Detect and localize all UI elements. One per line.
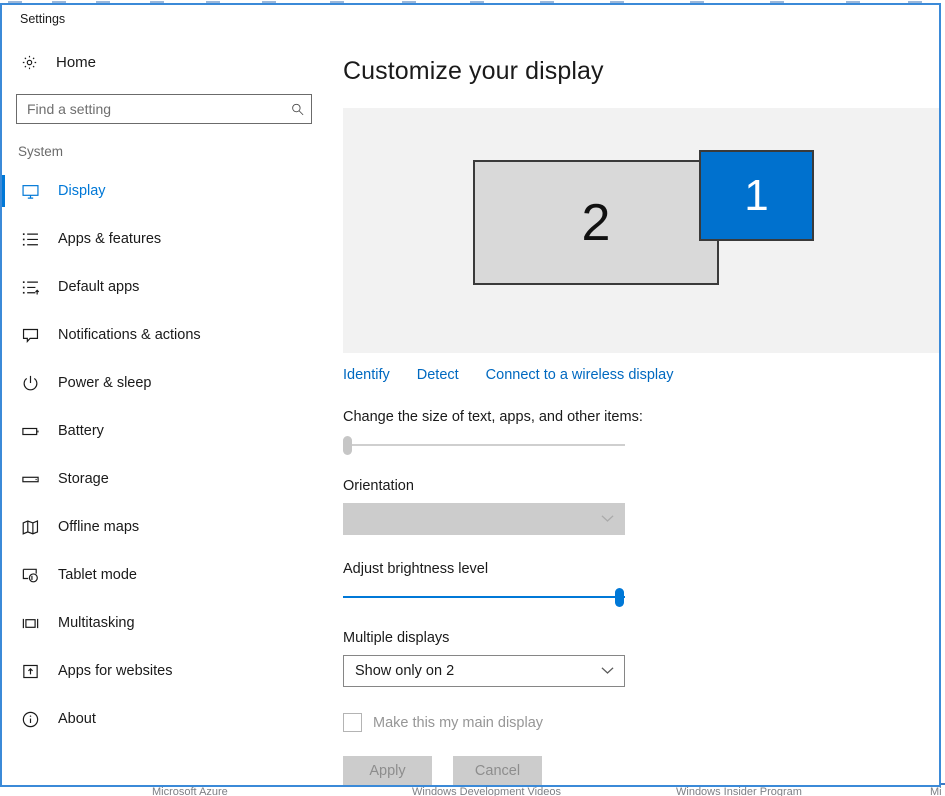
- app-link-icon: [18, 659, 42, 683]
- screen-root: Microsoft Azure Windows Development Vide…: [0, 0, 945, 796]
- accent-bar: [2, 271, 5, 303]
- sidebar-item-label: Notifications & actions: [58, 327, 201, 343]
- accent-bar: [2, 319, 5, 351]
- sidebar-item-label: Power & sleep: [58, 375, 152, 391]
- drive-icon: [18, 467, 42, 491]
- accent-bar: [2, 703, 5, 735]
- sidebar-item-offline-maps[interactable]: Offline maps: [2, 503, 332, 551]
- sidebar-group-label: System: [18, 144, 64, 159]
- sidebar-item-label: Offline maps: [58, 519, 140, 535]
- window-title: Settings: [20, 12, 66, 26]
- identify-link[interactable]: Identify: [343, 367, 390, 383]
- display-monitor-2[interactable]: 2: [473, 160, 719, 285]
- window-body: Home System: [2, 29, 939, 785]
- gear-icon: [18, 51, 40, 73]
- sidebar-item-label: Storage: [58, 471, 109, 487]
- chevron-down-icon: [601, 664, 614, 678]
- sidebar-item-display[interactable]: Display: [2, 167, 332, 215]
- sidebar-item-label: Default apps: [58, 279, 140, 295]
- main-display-checkbox-row[interactable]: Make this my main display: [343, 713, 939, 732]
- background-link-partial: Mi: [930, 786, 942, 796]
- apply-button[interactable]: Apply: [343, 756, 432, 785]
- title-bar: Settings: [2, 5, 939, 29]
- sidebar-item-power-sleep[interactable]: Power & sleep: [2, 359, 332, 407]
- accent-bar: [2, 655, 5, 687]
- orientation-label: Orientation: [343, 478, 414, 494]
- main-display-checkbox[interactable]: [343, 713, 362, 732]
- sidebar-home-label: Home: [56, 53, 97, 71]
- connect-wireless-display-link[interactable]: Connect to a wireless display: [486, 367, 674, 383]
- battery-icon: [18, 419, 42, 443]
- accent-bar: [2, 415, 5, 447]
- settings-window: Settings Home Find a setting System Disp…: [0, 3, 941, 787]
- sidebar-item-tablet-mode[interactable]: Tablet mode: [2, 551, 332, 599]
- multiple-displays-value: Show only on 2: [355, 663, 455, 679]
- power-icon: [18, 371, 42, 395]
- display-arrangement-canvas[interactable]: 2 1: [343, 108, 939, 353]
- sidebar-item-label: Battery: [58, 423, 104, 439]
- monitor-icon: [18, 179, 42, 203]
- display-monitor-1[interactable]: 1: [699, 150, 814, 241]
- sidebar-item-notifications-actions[interactable]: Notifications & actions: [2, 311, 332, 359]
- orientation-dropdown[interactable]: [343, 503, 625, 535]
- list-icon: [18, 227, 42, 251]
- tablet-touch-icon: [18, 563, 42, 587]
- display-monitor-number: 1: [744, 170, 769, 220]
- sidebar-item-multitasking[interactable]: Multitasking: [2, 599, 332, 647]
- cancel-button[interactable]: Cancel: [453, 756, 542, 785]
- sidebar-item-apps-features[interactable]: Apps & features: [2, 215, 332, 263]
- multiple-displays-label: Multiple displays: [343, 630, 450, 646]
- multitask-icon: [18, 611, 42, 635]
- detect-link[interactable]: Detect: [417, 367, 459, 383]
- active-accent-bar: [2, 175, 5, 207]
- accent-bar: [2, 607, 5, 639]
- sidebar-item-label: Multitasking: [58, 615, 135, 631]
- speech-bubble-icon: [18, 323, 42, 347]
- accent-bar: [2, 367, 5, 399]
- accent-bar: [2, 463, 5, 495]
- accent-bar: [2, 559, 5, 591]
- action-buttons: Apply Cancel: [343, 756, 939, 785]
- accent-bar: [2, 511, 5, 543]
- sidebar-item-storage[interactable]: Storage: [2, 455, 332, 503]
- main-display-checkbox-label: Make this my main display: [373, 714, 544, 731]
- main-content: Customize your display 2 1 Identify Dete…: [332, 29, 939, 785]
- sidebar-item-home[interactable]: Home: [2, 45, 332, 79]
- scale-slider-label: Change the size of text, apps, and other…: [343, 409, 643, 425]
- brightness-slider-thumb[interactable]: [615, 588, 624, 607]
- scale-slider-track: [343, 444, 625, 446]
- display-action-links: Identify Detect Connect to a wireless di…: [343, 367, 939, 383]
- brightness-slider-track: [343, 596, 625, 598]
- sidebar-item-default-apps[interactable]: Default apps: [2, 263, 332, 311]
- brightness-label: Adjust brightness level: [343, 561, 489, 577]
- chevron-down-icon: [601, 512, 614, 526]
- background-link-insider: Windows Insider Program: [676, 786, 802, 796]
- search-icon[interactable]: [283, 102, 311, 117]
- display-monitor-number: 2: [581, 193, 611, 252]
- sidebar-item-apps-for-websites[interactable]: Apps for websites: [2, 647, 332, 695]
- sidebar: Home System: [2, 29, 332, 785]
- scale-slider[interactable]: [343, 434, 625, 456]
- background-link-azure: Microsoft Azure: [152, 786, 228, 796]
- sidebar-item-label: Tablet mode: [58, 567, 137, 583]
- multiple-displays-dropdown[interactable]: Show only on 2: [343, 655, 625, 687]
- sidebar-nav-list: Display Apps & features Default apps Not…: [2, 167, 332, 743]
- sidebar-item-label: Display: [58, 183, 106, 199]
- search-input[interactable]: [17, 101, 283, 117]
- search-box[interactable]: [16, 94, 312, 124]
- sidebar-item-about[interactable]: About: [2, 695, 332, 743]
- sidebar-item-label: Apps & features: [58, 231, 162, 247]
- sidebar-item-battery[interactable]: Battery: [2, 407, 332, 455]
- list-arrow-icon: [18, 275, 42, 299]
- info-icon: [18, 707, 42, 731]
- brightness-slider[interactable]: [343, 586, 625, 608]
- sidebar-item-label: Apps for websites: [58, 663, 173, 679]
- page-title: Customize your display: [343, 57, 604, 85]
- map-icon: [18, 515, 42, 539]
- scale-slider-thumb[interactable]: [343, 436, 352, 455]
- accent-bar: [2, 223, 5, 255]
- sidebar-item-label: About: [58, 711, 96, 727]
- background-link-videos: Windows Development Videos: [412, 786, 561, 796]
